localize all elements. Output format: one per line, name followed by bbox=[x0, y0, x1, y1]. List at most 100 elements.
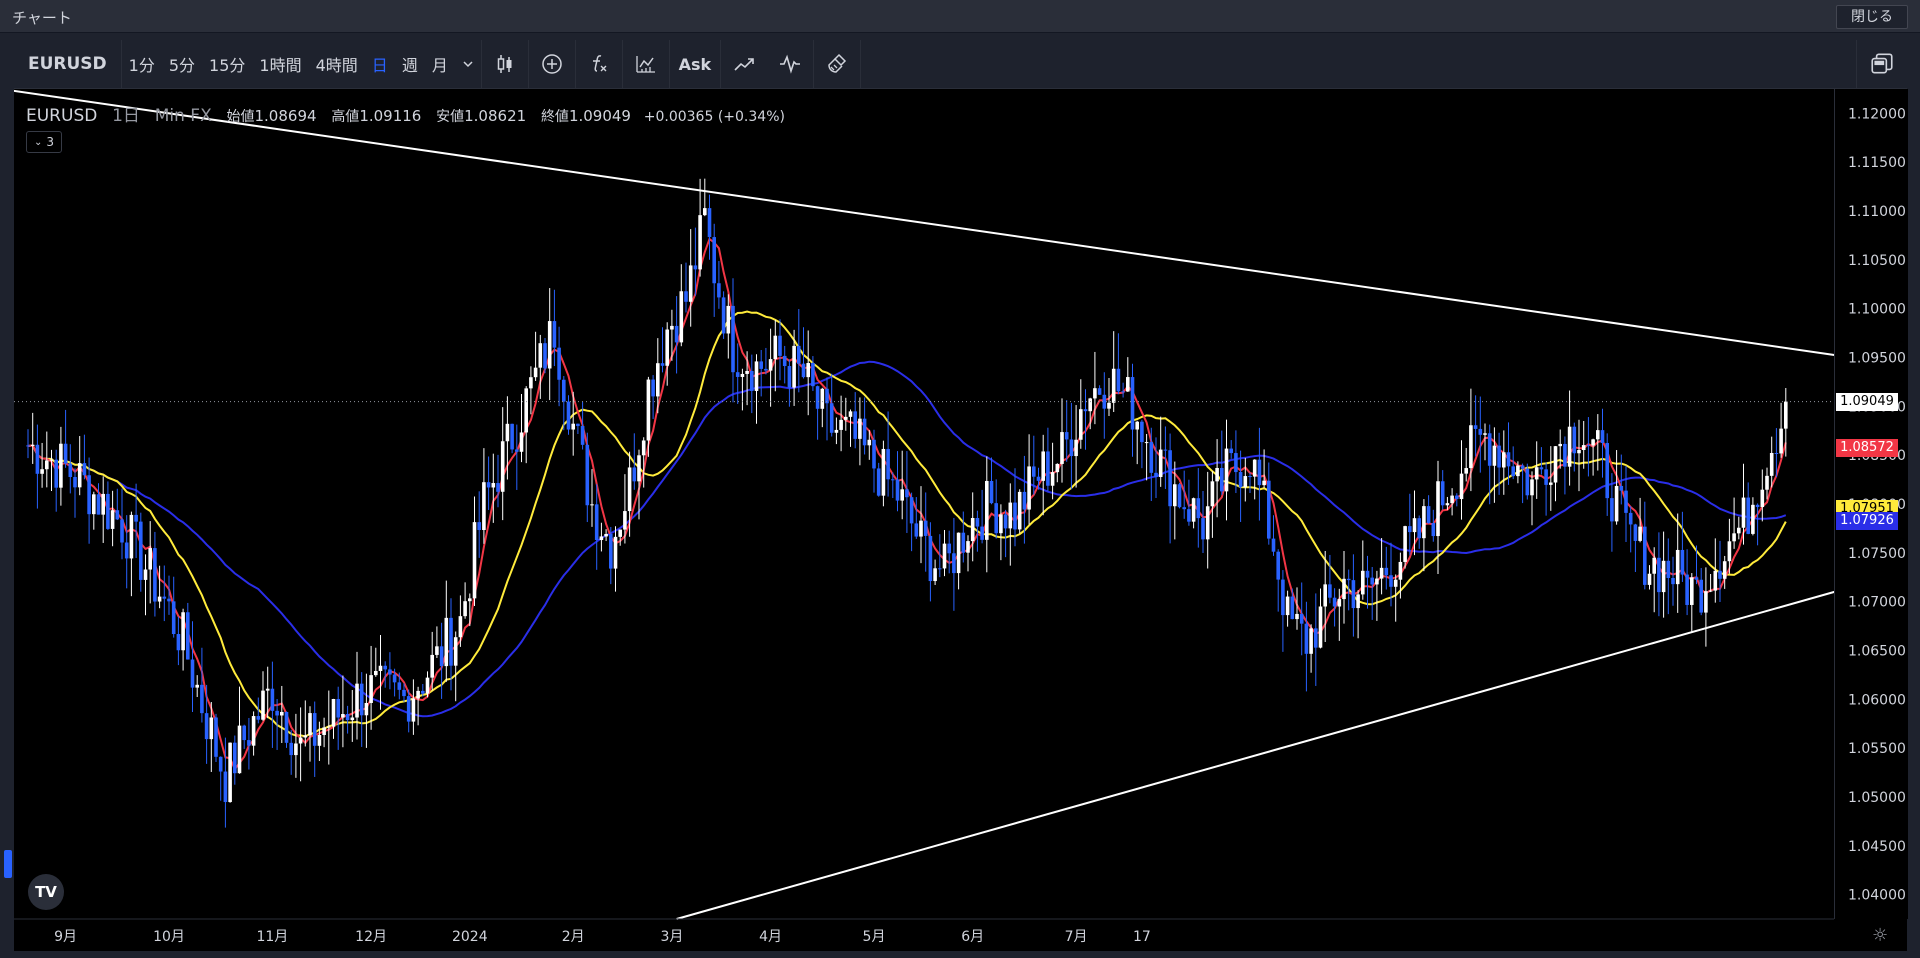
candle-body bbox=[580, 426, 585, 445]
candle-body bbox=[1694, 577, 1699, 580]
symbol-search-button[interactable]: EURUSD bbox=[14, 40, 121, 88]
price-chart[interactable] bbox=[14, 89, 1907, 951]
candle bbox=[660, 327, 665, 373]
candle-body bbox=[402, 689, 406, 697]
candle-body bbox=[858, 418, 862, 439]
candle bbox=[378, 634, 383, 710]
candle-body bbox=[768, 359, 773, 371]
tradingview-logo-icon[interactable]: TV bbox=[28, 874, 64, 910]
candle-body bbox=[876, 468, 881, 496]
candle bbox=[30, 412, 35, 464]
candle-body bbox=[651, 379, 655, 397]
candle-body bbox=[1182, 507, 1186, 510]
candle-body bbox=[1276, 551, 1280, 580]
candle bbox=[200, 647, 204, 723]
candle-body bbox=[45, 460, 49, 470]
interval-day[interactable]: 日 bbox=[365, 40, 395, 88]
candle-body bbox=[1690, 577, 1694, 605]
layout-windows-icon[interactable] bbox=[1856, 40, 1907, 88]
ask-bid-toggle-button[interactable]: Ask bbox=[670, 40, 720, 88]
compare-add-icon[interactable] bbox=[529, 40, 575, 88]
candle-body bbox=[1567, 426, 1572, 467]
candle-body bbox=[298, 737, 303, 744]
candle-body bbox=[1050, 472, 1055, 486]
candle-body bbox=[594, 504, 599, 541]
candle-body bbox=[1163, 449, 1168, 451]
candle bbox=[1041, 434, 1045, 516]
indicator-toggle-button[interactable]: ⌄ 3 bbox=[26, 131, 62, 153]
close-button[interactable]: 閉じる bbox=[1836, 5, 1908, 29]
interval-week[interactable]: 週 bbox=[395, 40, 425, 88]
candle-body bbox=[1487, 433, 1492, 466]
legend-symbol: EURUSD bbox=[26, 106, 98, 126]
candle bbox=[519, 394, 524, 463]
candle-body bbox=[1544, 469, 1548, 485]
candle-body bbox=[54, 459, 58, 488]
candle bbox=[1083, 389, 1088, 450]
settings-gear-icon[interactable]: ☼ bbox=[1872, 925, 1888, 946]
candle bbox=[552, 289, 557, 367]
candle bbox=[176, 616, 181, 666]
interval-4h[interactable]: 4時間 bbox=[309, 40, 365, 88]
candle bbox=[1534, 441, 1539, 499]
candle bbox=[327, 690, 331, 765]
candle bbox=[829, 373, 834, 437]
candle-body bbox=[923, 520, 928, 536]
candle bbox=[547, 288, 552, 401]
candle-body bbox=[1389, 575, 1393, 587]
candle-body bbox=[1140, 421, 1144, 443]
candle-body bbox=[1032, 466, 1036, 477]
candle-body bbox=[782, 355, 787, 367]
indicators-fx-icon[interactable] bbox=[576, 40, 622, 88]
candle-body bbox=[312, 713, 317, 746]
candle-body bbox=[237, 725, 242, 774]
candle bbox=[261, 671, 265, 721]
candle-body bbox=[303, 735, 308, 738]
candle-body bbox=[1661, 560, 1666, 593]
candle bbox=[1314, 593, 1318, 686]
candle-body bbox=[1017, 491, 1022, 530]
interval-15m[interactable]: 15分 bbox=[202, 40, 252, 88]
interval-5m[interactable]: 5分 bbox=[162, 40, 202, 88]
candle bbox=[472, 496, 477, 606]
candle bbox=[364, 673, 369, 748]
candle bbox=[1210, 471, 1215, 538]
candle-body bbox=[1046, 451, 1050, 486]
candle-body bbox=[87, 475, 91, 515]
candle bbox=[1046, 427, 1050, 492]
candle bbox=[1431, 509, 1436, 542]
candle bbox=[26, 429, 30, 459]
candle-body bbox=[543, 343, 547, 369]
candlestick-type-icon[interactable] bbox=[482, 40, 528, 88]
candle bbox=[1426, 495, 1431, 524]
templates-icon[interactable] bbox=[623, 40, 669, 88]
candle bbox=[1755, 503, 1760, 546]
candle bbox=[190, 621, 195, 712]
candle bbox=[139, 512, 143, 592]
oscillator-icon[interactable] bbox=[767, 40, 813, 88]
candle-body bbox=[1624, 490, 1628, 513]
candle bbox=[1116, 333, 1121, 395]
interval-dropdown-chevron-icon[interactable] bbox=[455, 40, 481, 88]
interval-1h[interactable]: 1時間 bbox=[252, 40, 308, 88]
candle-body bbox=[1135, 421, 1139, 430]
sidebar-expand-tab[interactable] bbox=[4, 850, 12, 878]
cleanup-brush-icon[interactable] bbox=[814, 40, 860, 88]
legend-high: 1.09116 bbox=[359, 107, 422, 125]
candle-body bbox=[491, 483, 496, 488]
candle-body bbox=[1022, 491, 1027, 510]
candle bbox=[787, 359, 792, 407]
interval-1m[interactable]: 1分 bbox=[122, 40, 162, 88]
candle bbox=[247, 717, 251, 770]
candle bbox=[1276, 549, 1280, 612]
candle-body bbox=[1455, 495, 1459, 500]
candle bbox=[1624, 465, 1628, 542]
trend-chart-icon[interactable] bbox=[721, 40, 767, 88]
candle-body bbox=[228, 742, 232, 803]
chart-pane[interactable]: 1.12000 1.11500 1.11000 1.10500 1.10000 1.095… bbox=[14, 89, 1908, 951]
candle-body bbox=[406, 696, 411, 722]
interval-month[interactable]: 月 bbox=[425, 40, 455, 88]
candle-body bbox=[1083, 409, 1088, 412]
candle-body bbox=[500, 441, 505, 492]
candle bbox=[1299, 582, 1304, 656]
